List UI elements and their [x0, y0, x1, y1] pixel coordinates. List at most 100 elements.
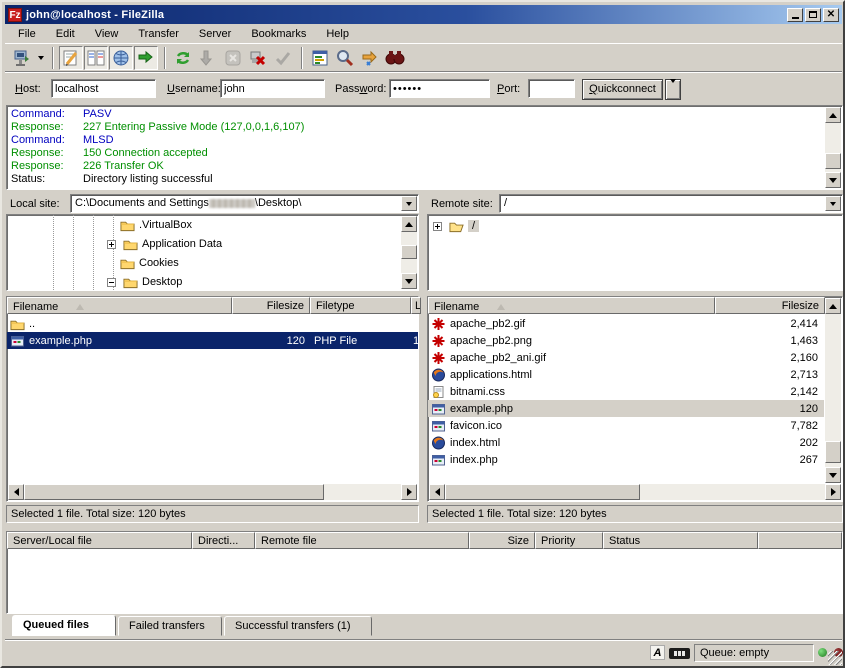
tab-successful-transfers[interactable]: Successful transfers (1): [224, 616, 372, 636]
remote-row[interactable]: favicon.ico 7,782: [428, 417, 824, 434]
remote-row[interactable]: index.html 202: [428, 434, 824, 451]
menu-view[interactable]: View: [89, 26, 125, 42]
site-manager-button[interactable]: [10, 46, 34, 70]
tree-item-virtualbox[interactable]: .VirtualBox: [117, 216, 192, 234]
close-button[interactable]: ✕: [823, 8, 839, 22]
remote-row[interactable]: apache_pb2.png 1,463: [428, 332, 824, 349]
local-tree-scroll-down[interactable]: [401, 273, 417, 289]
port-label: Port:: [497, 83, 520, 95]
remote-scroll-right[interactable]: [825, 484, 841, 500]
remote-scroll-up[interactable]: [825, 298, 841, 314]
process-queue-button[interactable]: [196, 46, 220, 70]
remote-column-filesize[interactable]: Filesize: [715, 297, 825, 314]
menu-file[interactable]: File: [12, 26, 42, 42]
queue-column-status[interactable]: Status: [603, 532, 758, 549]
local-scroll-left[interactable]: [8, 484, 24, 500]
menu-bookmarks[interactable]: Bookmarks: [245, 26, 312, 42]
host-input[interactable]: [51, 79, 156, 98]
expand-icon[interactable]: [433, 222, 442, 231]
local-tree-scrollbar-thumb[interactable]: [401, 245, 417, 259]
refresh-button[interactable]: [171, 46, 195, 70]
remote-scroll-down[interactable]: [825, 467, 841, 483]
local-column-filename[interactable]: Filename: [7, 297, 232, 314]
cancel-operation-button[interactable]: [221, 46, 245, 70]
menu-transfer[interactable]: Transfer: [132, 26, 185, 42]
tree-item-desktop[interactable]: Desktop: [107, 273, 182, 291]
apache-feather-icon: [431, 351, 446, 365]
quickconnect-dropdown[interactable]: [665, 79, 681, 100]
queue-column-blank[interactable]: [758, 532, 842, 549]
remote-column-filename[interactable]: Filename: [428, 297, 715, 314]
title-bar[interactable]: Fz john@localhost - FileZilla ✕: [5, 5, 842, 24]
filter-button[interactable]: [383, 46, 407, 70]
minimize-button[interactable]: [787, 8, 803, 22]
find-files-button[interactable]: [333, 46, 357, 70]
menu-help[interactable]: Help: [320, 26, 355, 42]
tree-item-application-data[interactable]: Application Data: [107, 235, 222, 253]
refresh-icon: [174, 49, 192, 67]
remote-row[interactable]: apache_pb2.gif 2,414: [428, 315, 824, 332]
local-column-filetype[interactable]: Filetype: [310, 297, 411, 314]
tab-failed-transfers[interactable]: Failed transfers: [118, 616, 222, 636]
local-row-parent-dir[interactable]: ..: [7, 315, 418, 332]
remote-vscrollbar-thumb[interactable]: [825, 441, 841, 463]
local-site-combo[interactable]: C:\Documents and Settings\Desktop\: [70, 194, 419, 213]
site-manager-dropdown[interactable]: [35, 46, 47, 70]
collapse-icon[interactable]: [107, 278, 116, 287]
queue-column-remote-file[interactable]: Remote file: [255, 532, 469, 549]
queue-column-server-local-file[interactable]: Server/Local file: [7, 532, 192, 549]
local-column-filesize[interactable]: Filesize: [232, 297, 310, 314]
remote-scroll-left[interactable]: [429, 484, 445, 500]
resize-grip[interactable]: [828, 651, 842, 665]
log-scrollbar-thumb[interactable]: [825, 153, 841, 169]
queue-column-priority[interactable]: Priority: [535, 532, 603, 549]
queue-column-size[interactable]: Size: [469, 532, 535, 549]
port-input[interactable]: [528, 79, 575, 98]
tree-item-root[interactable]: /: [433, 217, 479, 235]
chevron-down-icon: [670, 79, 676, 98]
maximize-button[interactable]: [805, 8, 821, 22]
menu-edit[interactable]: Edit: [50, 26, 81, 42]
toggle-message-log-button[interactable]: [59, 46, 83, 70]
menu-server[interactable]: Server: [193, 26, 237, 42]
disconnect-button[interactable]: [246, 46, 270, 70]
speed-limit-icon[interactable]: [669, 648, 690, 659]
synchronized-browsing-button[interactable]: [358, 46, 382, 70]
local-tree-scroll-up[interactable]: [401, 216, 417, 232]
tab-queued-files[interactable]: Queued files: [12, 615, 116, 636]
chevron-down-icon: [830, 202, 836, 209]
remote-row[interactable]: index.php 267: [428, 451, 824, 468]
toolbar-separator: [52, 47, 54, 69]
directory-comparison-button[interactable]: [271, 46, 295, 70]
remote-row[interactable]: bitnami.css 2,142: [428, 383, 824, 400]
local-site-combo-arrow[interactable]: [401, 196, 417, 211]
local-column-lastmodified[interactable]: L: [411, 297, 421, 314]
toggle-remote-tree-button[interactable]: [109, 46, 133, 70]
expand-icon[interactable]: [107, 240, 116, 249]
transfer-queue: Server/Local file Directi... Remote file…: [6, 531, 843, 614]
username-input[interactable]: [220, 79, 325, 98]
local-hscrollbar-thumb[interactable]: [24, 484, 324, 500]
remote-hscrollbar-thumb[interactable]: [445, 484, 640, 500]
log-scroll-down[interactable]: [825, 172, 841, 188]
password-input[interactable]: [389, 79, 490, 98]
remote-site-combo-arrow[interactable]: [825, 196, 841, 211]
tree-item-cookies[interactable]: Cookies: [117, 254, 179, 272]
remote-row[interactable]: applications.html 2,713: [428, 366, 824, 383]
quickconnect-button[interactable]: Quickconnect: [582, 79, 663, 100]
local-scroll-right[interactable]: [401, 484, 417, 500]
activity-led-green: [818, 648, 827, 657]
toggle-local-tree-button[interactable]: [84, 46, 108, 70]
arrow-down-icon: [829, 473, 837, 482]
local-row-example-php[interactable]: example.php 120 PHP File 1: [7, 332, 418, 349]
remote-row[interactable]: apache_pb2_ani.gif 2,160: [428, 349, 824, 366]
folder-icon: [120, 256, 135, 270]
remote-site-combo[interactable]: /: [499, 194, 843, 213]
arrow-right-icon: [407, 488, 416, 496]
toggle-queue-button[interactable]: [134, 46, 158, 70]
remote-row-selected[interactable]: example.php 120: [428, 400, 824, 417]
log-scroll-up[interactable]: [825, 107, 841, 123]
transfer-type-icon[interactable]: A: [650, 645, 665, 660]
view-listing-button[interactable]: [308, 46, 332, 70]
queue-column-direction[interactable]: Directi...: [192, 532, 255, 549]
